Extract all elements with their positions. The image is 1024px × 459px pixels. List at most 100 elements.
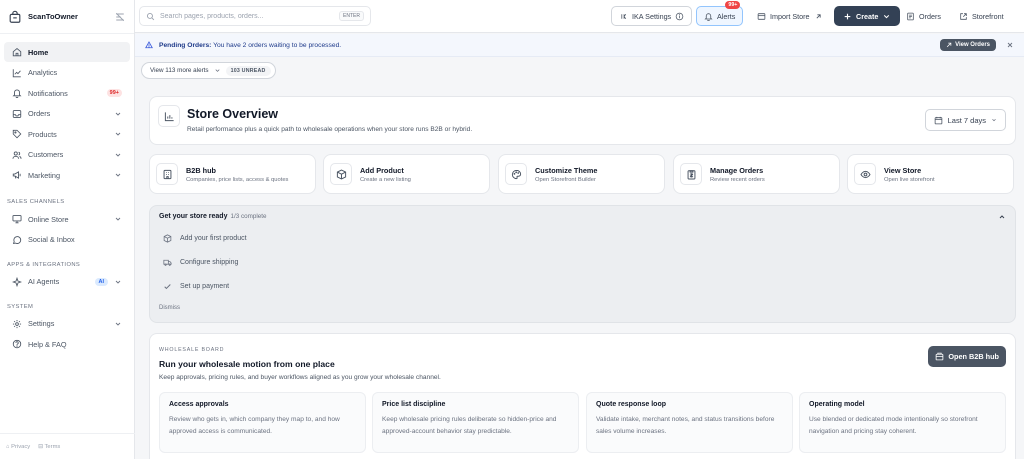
quick-action-add-product[interactable]: Add Product Create a new listing [323,154,490,194]
setup-step-add-product[interactable]: Add your first product [163,234,247,243]
search-input[interactable] [160,12,340,20]
collapse-sidebar-icon[interactable] [114,11,126,23]
sidebar-item-label: Customers [28,150,64,159]
sidebar-item-customers[interactable]: Customers [4,145,130,165]
wholesale-tile-operating-model: Operating model Use blended or dedicated… [799,392,1006,453]
chevron-down-icon[interactable] [114,278,122,286]
building-icon [156,163,178,185]
chevron-down-icon[interactable] [114,151,122,159]
check-icon [163,282,172,291]
box-icon [330,163,352,185]
quick-action-manage-orders[interactable]: Manage Orders Review recent orders [673,154,840,194]
sparkle-icon [12,276,22,287]
sidebar-item-notifications[interactable]: Notifications 99+ [4,83,130,103]
storefront-label: Storefront [972,11,1004,21]
sidebar-item-online-store[interactable]: Online Store [4,209,130,229]
chevron-down-icon[interactable] [114,215,122,223]
wholesale-subtitle: Keep approvals, pricing rules, and buyer… [159,374,441,381]
tile-title: Price list discipline [382,401,446,408]
warning-icon [145,41,153,49]
import-store-button[interactable]: Import Store [750,6,830,26]
quick-action-title: View Store [884,165,922,175]
external-link-icon [814,12,823,21]
quick-action-subtitle: Companies, price lists, access & quotes [186,176,289,183]
store-overview-card: Store Overview Retail performance plus a… [149,96,1016,145]
more-alerts-chip[interactable]: View 113 more alerts 103 UNREAD [141,62,276,79]
chart-line-icon [12,68,22,78]
alerts-count-badge: 99+ [725,1,741,9]
import-icon [757,12,766,21]
chevron-down-icon[interactable] [114,171,122,179]
calendar-icon [934,116,943,125]
wholesale-board-card: WHOLESALE BOARD Run your wholesale motio… [149,333,1016,459]
users-icon [12,150,22,160]
sidebar-item-ai-agents[interactable]: AI Agents AI [4,272,130,292]
inbox-icon [12,109,22,119]
sidebar-item-label: Orders [28,109,51,118]
quick-action-b2b-hub[interactable]: B2B hub Companies, price lists, access & … [149,154,316,194]
quick-action-view-store[interactable]: View Store Open live storefront [847,154,1014,194]
setup-progress: 1/3 complete [230,213,267,220]
view-orders-button[interactable]: View Orders [940,39,996,51]
info-icon[interactable] [675,12,684,21]
alerts-button[interactable]: Alerts 99+ [696,1,744,26]
help-circle-icon [12,339,22,349]
sidebar-item-settings[interactable]: Settings [4,314,130,334]
quick-action-title: B2B hub [186,165,216,175]
sidebar-item-help[interactable]: Help & FAQ [4,334,130,354]
orders-button[interactable]: Orders [899,6,948,26]
top-bar: ENTER IKA Settings Alerts 99+ Import Sto… [135,0,1024,33]
sidebar-footer: ⌂ Privacy ⊟ Terms [0,433,135,459]
monitor-icon [12,214,22,224]
sidebar-item-analytics[interactable]: Analytics [4,63,130,83]
sidebar-item-social-inbox[interactable]: Social & Inbox [4,230,130,250]
page-subtitle: Retail performance plus a quick path to … [187,126,473,133]
clipboard-icon [680,163,702,185]
create-button[interactable]: Create [834,6,901,26]
dismiss-link[interactable]: Dismiss [159,305,180,311]
sidebar-item-products[interactable]: Products [4,124,130,144]
building-icon [935,352,944,361]
chat-bubble-icon [12,235,22,245]
tile-title: Quote response loop [596,401,667,408]
privacy-link[interactable]: ⌂ Privacy [6,444,30,450]
quick-action-title: Add Product [360,165,404,175]
chevron-up-icon[interactable] [998,213,1006,221]
setup-step-configure-shipping[interactable]: Configure shipping [163,258,238,267]
search-icon [146,12,155,21]
brand: ScanToOwner [0,0,134,34]
open-b2b-hub-button[interactable]: Open B2B hub [928,346,1006,367]
sidebar-item-marketing[interactable]: Marketing [4,165,130,185]
tile-description: Use blended or dedicated mode intentiona… [809,416,978,435]
sidebar-item-label: Social & Inbox [28,235,75,244]
tile-description: Validate intake, merchant notes, and sta… [596,416,775,435]
close-icon[interactable] [1006,41,1014,49]
quick-action-title: Customize Theme [535,165,598,175]
sidebar-item-label: Settings [28,319,55,328]
unread-count-badge: 103 UNREAD [225,65,271,76]
search-shortcut-hint: ENTER [339,11,364,21]
storefront-button[interactable]: Storefront [952,6,1011,26]
chevron-down-icon[interactable] [114,110,122,118]
bar-chart-icon [158,105,180,127]
setup-step-label: Set up payment [180,283,230,290]
quick-action-subtitle: Open Storefront Builder [535,176,596,183]
sidebar-item-home[interactable]: Home [4,42,130,62]
terms-link[interactable]: ⊟ Terms [38,444,60,450]
search-box[interactable]: ENTER [139,6,371,26]
sidebar-item-orders[interactable]: Orders [4,104,130,124]
wholesale-title: Run your wholesale motion from one place [159,359,335,369]
quick-action-subtitle: Create a new listing [360,176,411,183]
tile-description: Keep wholesale pricing rules deliberate … [382,416,557,435]
chevron-down-icon[interactable] [114,130,122,138]
quick-action-customize-theme[interactable]: Customize Theme Open Storefront Builder [498,154,665,194]
setup-step-payment[interactable]: Set up payment [163,282,229,291]
chevron-down-icon [214,67,221,74]
chevron-down-icon[interactable] [114,320,122,328]
section-label-system: SYSTEM [7,303,34,310]
date-range-select[interactable]: Last 7 days [924,109,1006,131]
alerts-label: Alerts [717,11,736,21]
sidebar-item-label: Online Store [28,214,69,224]
plus-icon [843,12,852,21]
ika-settings-button[interactable]: IKA Settings [611,6,693,26]
